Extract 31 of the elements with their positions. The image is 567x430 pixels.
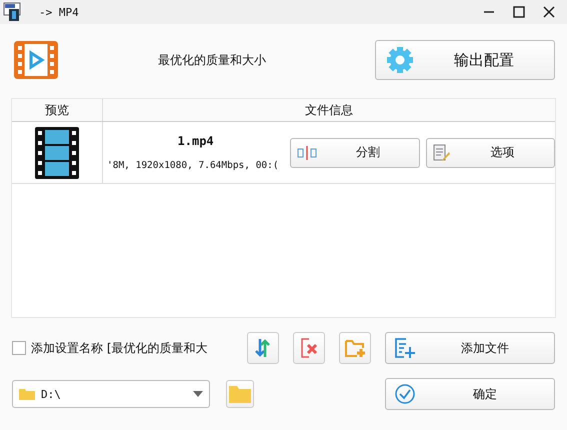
output-config-button[interactable]: 输出配置 [375, 40, 555, 80]
folder-icon [229, 385, 251, 403]
file-name: 1.mp4 [176, 134, 215, 148]
folder-plus-icon [344, 338, 366, 358]
remove-file-icon [299, 337, 319, 359]
document-edit-icon [432, 144, 451, 162]
add-folder-button[interactable] [339, 332, 371, 364]
preset-name: 最优化的质量和大小 [158, 52, 266, 68]
split-icon [297, 146, 318, 160]
file-details: '8M, 1920x1080, 7.64Mbps, 00:( [107, 160, 280, 171]
folder-icon [19, 388, 35, 400]
column-header: 文件信息 [304, 102, 354, 118]
film-strip-icon [35, 126, 79, 178]
add-file-icon [394, 337, 416, 359]
close-icon [543, 6, 555, 18]
column-header: 预览 [12, 99, 103, 121]
split-button[interactable]: 分割 [290, 138, 420, 168]
check-circle-icon [394, 383, 416, 405]
sort-button[interactable] [247, 332, 279, 364]
checkbox[interactable] [12, 341, 26, 355]
checkbox-label: 添加设置名称 [最优化的质量和大 [31, 340, 208, 356]
gear-icon [386, 46, 414, 74]
ok-button[interactable]: 确定 [385, 378, 555, 410]
add-file-button[interactable]: 添加文件 [385, 332, 555, 364]
remove-button[interactable] [293, 332, 325, 364]
window-title: -> MP4 [39, 6, 79, 18]
film-play-icon [14, 41, 58, 79]
folder-dropdown[interactable]: D:\ [12, 380, 210, 408]
caret-icon [193, 391, 203, 397]
maximize-icon [513, 6, 525, 18]
options-button[interactable]: 选项 [426, 138, 555, 168]
